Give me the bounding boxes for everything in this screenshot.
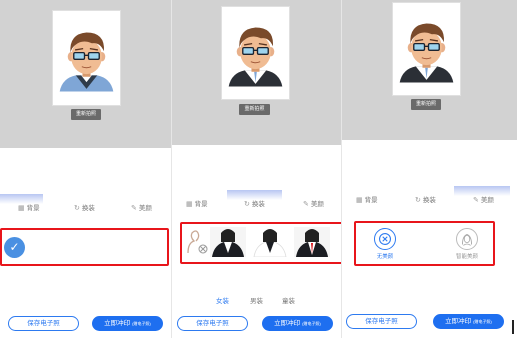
tab-beauty[interactable]: ✎ 美颜 [131,202,152,212]
print-now-button[interactable]: 立即冲印 (赠电子照) [262,316,333,331]
no-outfit-icon [187,230,208,254]
print-note: (赠电子照) [473,319,492,324]
print-now-button[interactable]: 立即冲印 (赠电子照) [92,316,163,331]
tab-outfit[interactable]: ↻ 换装 [244,198,265,208]
selected-background-option[interactable]: ✓ [4,237,25,258]
tab-beauty[interactable]: ✎ 美颜 [303,198,324,208]
tab-background[interactable]: ▦ 背景 [18,202,40,212]
tab-outfit[interactable]: ↻ 换装 [415,194,436,204]
swap-icon: ↻ [74,205,80,212]
id-photo [392,2,461,96]
id-photo [221,6,290,100]
suit-icon [252,227,288,257]
outfit-option-3[interactable] [294,227,330,257]
beauty-option-label: 无美颜 [376,254,394,260]
outfit-option-1[interactable] [210,227,246,257]
print-note: (赠电子照) [302,321,321,326]
save-electronic-photo-button[interactable]: 保存电子照 [8,316,79,331]
grid-icon: ▦ [356,197,363,204]
print-label: 立即冲印 [445,318,472,325]
suit-icon [294,227,330,257]
tab-label: 美颜 [480,197,494,204]
subtab-kids[interactable]: 童装 [282,295,295,305]
screen-outfit: 重新拍照 ▦ 背景 ↻ 换装 ✎ 美颜 女装 男装 童装 保存电子照 立即冲印 … [172,0,342,338]
print-note: (赠电子照) [132,321,151,326]
tab-background[interactable]: ▦ 背景 [356,194,378,204]
print-label: 立即冲印 [274,320,301,327]
swap-icon: ↻ [244,201,250,208]
retake-photo-button[interactable]: 重新拍照 [239,104,270,115]
tab-label: 换装 [81,205,95,212]
tab-label: 换装 [422,197,436,204]
beauty-option-label: 智能美颜 [455,254,478,260]
beauty-option-none[interactable]: 无美颜 [370,228,400,260]
avatar-image [59,31,114,93]
screen-beauty: 重新拍照 ▦ 背景 ↻ 换装 ✎ 美颜 无美颜 智能美颜 保存电子照 立即冲印 … [342,0,517,338]
smart-beauty-icon [456,228,478,250]
tab-label: 背景 [194,201,208,208]
tab-label: 美颜 [138,205,152,212]
tab-beauty[interactable]: ✎ 美颜 [473,194,494,204]
retake-photo-button[interactable]: 重新拍照 [411,99,441,110]
tab-label: 换装 [251,201,265,208]
tab-label: 背景 [364,197,378,204]
beauty-option-smart[interactable]: 智能美颜 [450,228,484,260]
outfit-option-2[interactable] [252,227,288,257]
tab-background[interactable]: ▦ 背景 [186,198,208,208]
grid-icon: ▦ [18,205,25,212]
avatar-image [399,22,454,84]
brush-icon: ✎ [131,205,137,212]
print-now-button[interactable]: 立即冲印 (赠电子照) [433,314,504,329]
subtab-women[interactable]: 女装 [216,295,229,305]
no-outfit-option[interactable] [184,227,208,257]
text-cursor [512,320,514,334]
subtab-men[interactable]: 男装 [250,295,263,305]
screen-background: 重新拍照 ▦ 背景 ↻ 换装 ✎ 美颜 ✓ 保存电子照 立即冲印 (赠电子照) [0,0,172,338]
tab-outfit[interactable]: ↻ 换装 [74,202,95,212]
id-photo [52,10,121,106]
save-electronic-photo-button[interactable]: 保存电子照 [177,316,248,331]
save-electronic-photo-button[interactable]: 保存电子照 [346,314,417,329]
grid-icon: ▦ [186,201,193,208]
highlight-box [0,228,169,266]
tab-label: 背景 [26,205,40,212]
avatar-image [228,26,283,88]
brush-icon: ✎ [473,197,479,204]
print-label: 立即冲印 [104,320,131,327]
suit-icon [210,227,246,257]
no-beauty-icon [374,228,396,250]
tab-label: 美颜 [310,201,324,208]
checkmark-icon: ✓ [9,240,20,254]
brush-icon: ✎ [303,201,309,208]
swap-icon: ↻ [415,197,421,204]
screenshot-stage: 重新拍照 ▦ 背景 ↻ 换装 ✎ 美颜 ✓ 保存电子照 立即冲印 (赠电子照) 重新拍照… [0,0,517,338]
retake-photo-button[interactable]: 重新拍照 [71,109,101,120]
